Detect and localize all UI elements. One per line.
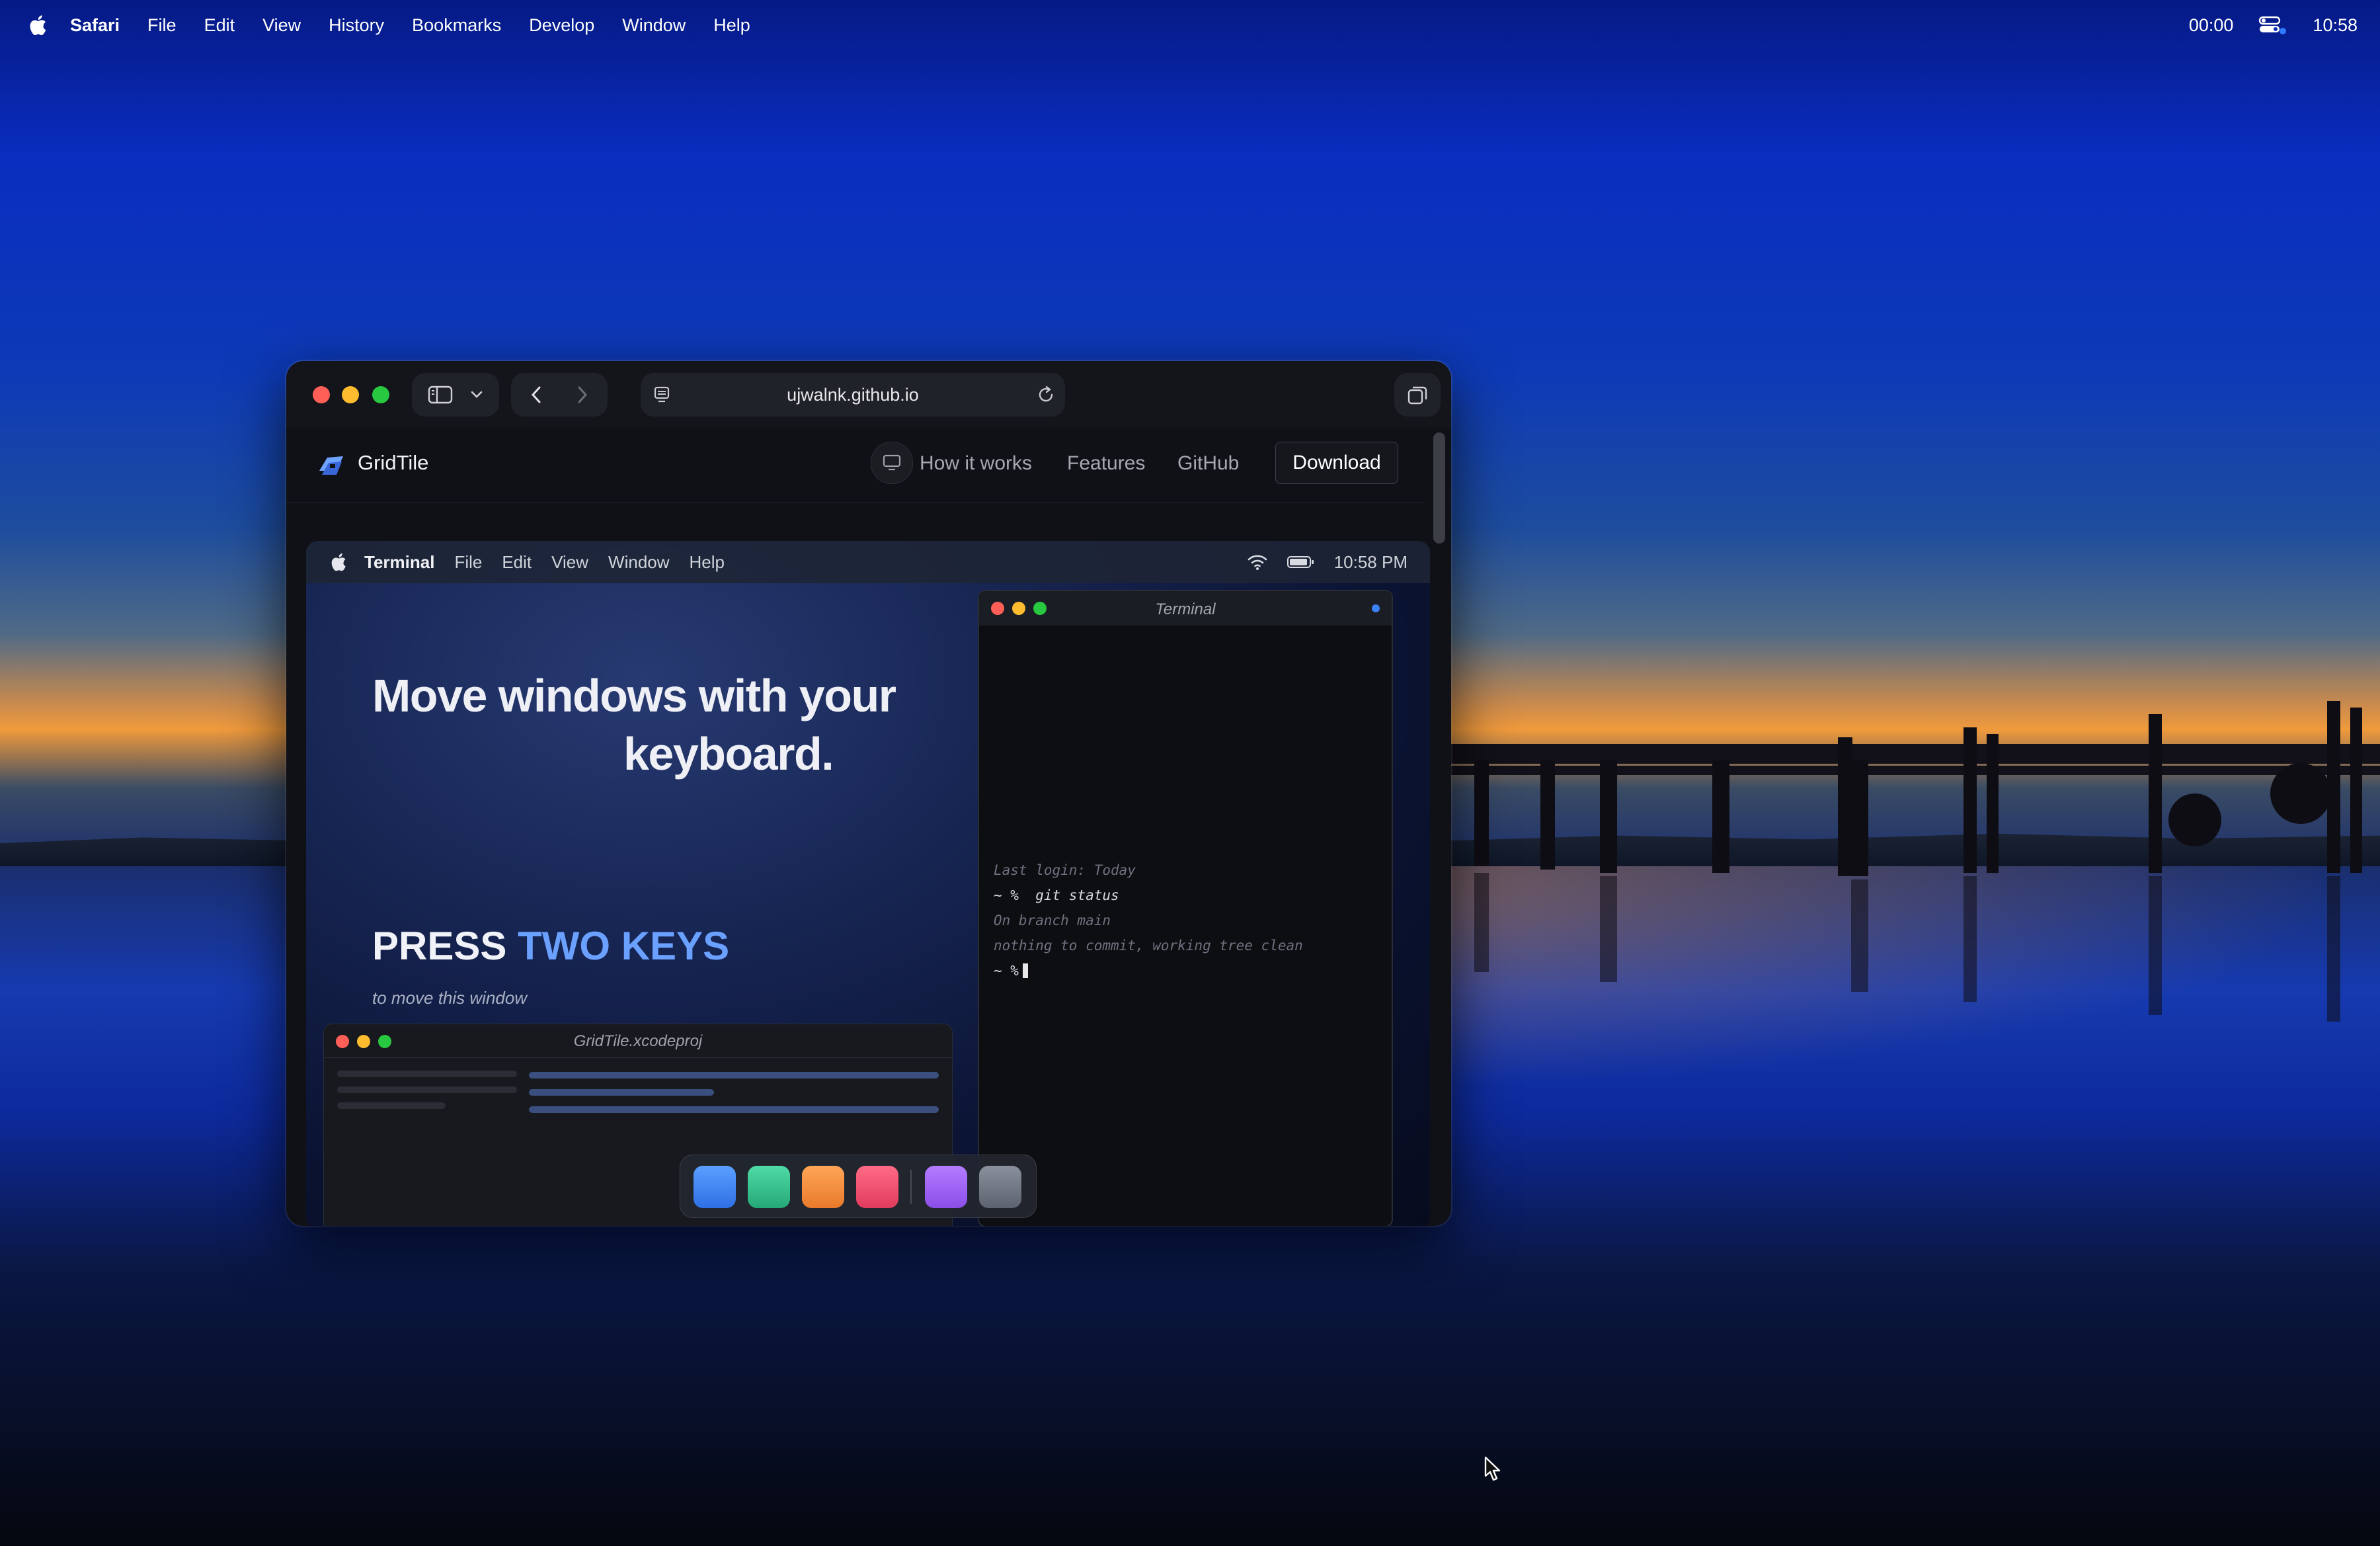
sidebar-toggle-button[interactable] xyxy=(412,373,499,417)
battery-icon xyxy=(1287,556,1314,568)
timer-status[interactable]: 00:00 xyxy=(2189,15,2234,36)
menu-history[interactable]: History xyxy=(329,15,384,36)
press-keys-heading: PRESS TWO KEYS xyxy=(372,923,729,969)
demo-menu-window: Window xyxy=(608,551,670,572)
forward-icon[interactable] xyxy=(576,385,589,405)
gridtile-logo-icon[interactable] xyxy=(317,451,346,480)
terminal-prompt-text: ~ % xyxy=(994,963,1019,979)
terminal-prompt: ~ % xyxy=(994,963,1028,979)
chevron-down-icon[interactable] xyxy=(470,390,483,399)
reload-icon[interactable] xyxy=(1036,385,1056,405)
download-button[interactable]: Download xyxy=(1275,442,1398,484)
terminal-demo-window[interactable]: Terminal Last login: Today ~ % git statu… xyxy=(978,590,1393,1226)
address-bar[interactable]: ujwalnk.github.io xyxy=(641,373,1065,417)
dock-app-purple[interactable] xyxy=(925,1166,967,1208)
menu-window[interactable]: Window xyxy=(622,15,686,36)
monitor-icon xyxy=(883,454,901,471)
demo-status-area: 10:58 PM xyxy=(1247,541,1408,583)
press-prefix: PRESS xyxy=(372,924,518,968)
safari-window: ujwalnk.github.io GridTile How it works … xyxy=(286,361,1451,1226)
xcode-title-divider xyxy=(324,1057,952,1058)
xcode-sidebar-line xyxy=(337,1071,517,1077)
demo-clock: 10:58 PM xyxy=(1333,551,1408,572)
browser-toolbar: ujwalnk.github.io xyxy=(286,361,1451,428)
terminal-line: nothing to commit, working tree clean xyxy=(994,938,1303,954)
history-nav-group xyxy=(511,373,608,417)
demo-dock xyxy=(680,1155,1037,1218)
menu-bar-status: 00:00 10:58 xyxy=(2189,0,2358,50)
menu-bookmarks[interactable]: Bookmarks xyxy=(412,15,501,36)
site-navbar: GridTile How it works Features GitHub Do… xyxy=(286,428,1423,503)
xcode-code-line xyxy=(529,1072,939,1078)
hero-headline: Move windows with your keyboard. xyxy=(372,667,914,783)
terminal-title: Terminal xyxy=(1155,600,1216,618)
nav-github[interactable]: GitHub xyxy=(1177,452,1239,475)
back-icon[interactable] xyxy=(530,385,543,405)
terminal-cursor xyxy=(1022,963,1028,978)
menu-view[interactable]: View xyxy=(262,15,301,36)
demo-apple-icon xyxy=(331,553,346,571)
demo-menu-help: Help xyxy=(689,551,725,572)
press-subtitle: to move this window xyxy=(372,988,528,1008)
dock-app-orange[interactable] xyxy=(802,1166,844,1208)
minimize-window-button[interactable] xyxy=(342,386,359,403)
demo-toggle-button[interactable] xyxy=(871,442,913,484)
xcode-sidebar-line xyxy=(337,1086,517,1093)
menu-file[interactable]: File xyxy=(147,15,177,36)
demo-menu-bar: Terminal File Edit View Window Help 10:5… xyxy=(306,541,1430,583)
demo-menu-file: File xyxy=(454,551,483,572)
xcode-code-line xyxy=(529,1106,939,1113)
demo-menu-view: View xyxy=(551,551,589,572)
pointer-icon xyxy=(1484,1456,1501,1481)
xcode-code-line xyxy=(529,1089,714,1096)
dock-app-green[interactable] xyxy=(748,1166,790,1208)
dock-app-blue[interactable] xyxy=(694,1166,736,1208)
sidebar-icon xyxy=(428,386,453,404)
menu-app-safari[interactable]: Safari xyxy=(70,15,120,36)
control-center-icon[interactable] xyxy=(2258,15,2287,35)
close-window-button[interactable] xyxy=(313,386,330,403)
menu-help[interactable]: Help xyxy=(713,15,750,36)
demo-menu-app: Terminal xyxy=(364,551,435,572)
url-text: ujwalnk.github.io xyxy=(787,385,919,405)
dock-separator xyxy=(910,1170,912,1204)
menu-bar: Safari File Edit View History Bookmarks … xyxy=(0,0,2380,50)
menu-bar-clock[interactable]: 10:58 xyxy=(2313,15,2358,36)
zoom-window-button[interactable] xyxy=(372,386,389,403)
dock-app-gray[interactable] xyxy=(979,1166,1021,1208)
hero-demo-desktop: Terminal File Edit View Window Help 10:5… xyxy=(306,541,1430,1226)
terminal-line: On branch main xyxy=(994,913,1111,928)
xcode-sidebar-line xyxy=(337,1102,446,1109)
wifi-icon xyxy=(1248,555,1267,570)
terminal-title-bar: Terminal xyxy=(979,591,1392,626)
menu-edit[interactable]: Edit xyxy=(204,15,235,36)
dock-app-pink[interactable] xyxy=(856,1166,898,1208)
nav-features[interactable]: Features xyxy=(1067,452,1145,475)
brand-name[interactable]: GridTile xyxy=(358,451,428,475)
press-accent: TWO KEYS xyxy=(518,924,730,968)
hero-headline-line1: Move windows with your xyxy=(372,670,896,721)
hero-headline-line2: keyboard. xyxy=(623,728,834,780)
terminal-line-command: ~ % git status xyxy=(994,887,1119,903)
terminal-activity-dot xyxy=(1372,604,1380,612)
tabs-overview-button[interactable] xyxy=(1394,373,1441,417)
demo-menu-edit: Edit xyxy=(502,551,532,572)
tabs-overview-icon xyxy=(1408,386,1427,405)
apple-icon[interactable] xyxy=(26,13,48,37)
menu-develop[interactable]: Develop xyxy=(529,15,594,36)
xcode-window-title: GridTile.xcodeproj xyxy=(573,1032,703,1050)
nav-how-it-works[interactable]: How it works xyxy=(920,452,1032,475)
terminal-line: Last login: Today xyxy=(994,862,1136,878)
page-scrollbar[interactable] xyxy=(1433,432,1445,544)
